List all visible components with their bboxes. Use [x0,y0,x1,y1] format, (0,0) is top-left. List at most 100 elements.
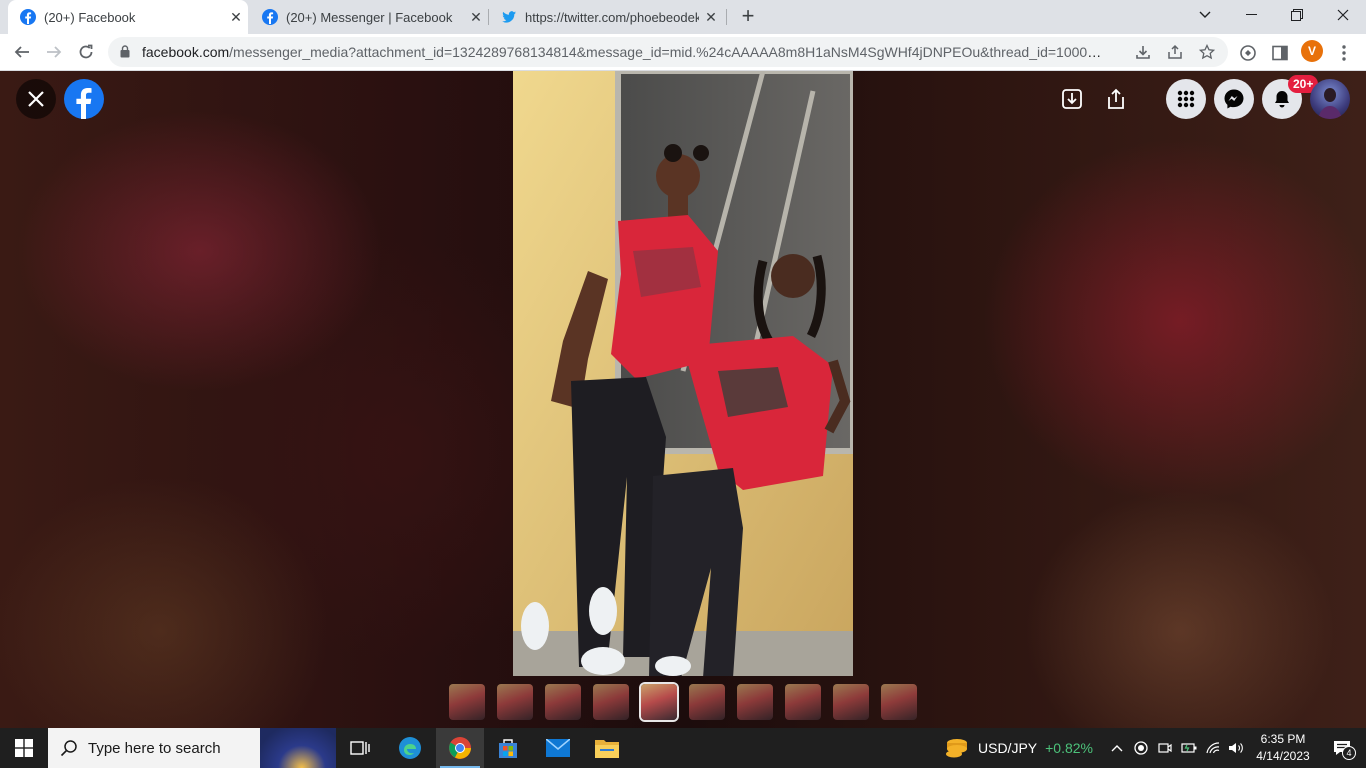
side-panel-icon [1272,45,1288,61]
coins-icon [946,739,967,758]
media-viewer: 20+ [0,71,1366,728]
mail-app[interactable] [534,728,582,768]
file-explorer-app[interactable] [583,728,631,768]
chrome-icon [449,737,471,759]
task-view-icon [350,741,370,755]
address-bar[interactable]: facebook.com/messenger_media?attachment_… [108,37,1228,67]
close-window-button[interactable] [1320,0,1366,30]
battery-icon [1181,743,1197,753]
close-viewer-button[interactable] [16,79,56,119]
reload-icon [79,44,93,59]
taskbar-search-box[interactable]: Type here to search [48,728,336,768]
store-icon [499,739,517,758]
avatar-image [1318,88,1342,119]
share-icon [1168,44,1182,59]
windows-icon [15,739,33,757]
thumbnail[interactable] [785,684,821,720]
speaker-icon [1229,743,1243,753]
record-icon [1134,741,1148,755]
lock-icon[interactable] [120,45,130,58]
arrow-left-icon [14,46,29,58]
share-icon [1108,88,1124,109]
restore-button[interactable] [1274,0,1320,30]
chrome-app[interactable] [436,728,484,768]
back-button[interactable] [8,38,36,66]
folder-icon [595,740,619,758]
star-icon [1199,44,1215,60]
extension-icon [1240,45,1256,61]
thumbnail[interactable] [497,684,533,720]
extension-button[interactable] [1237,42,1259,64]
restore-icon [1291,9,1303,21]
thumbnail[interactable] [593,684,629,720]
thumbnail[interactable] [545,684,581,720]
action-center-button[interactable]: 4 [1322,728,1362,768]
thumbnail[interactable] [833,684,869,720]
bookmark-button[interactable] [1198,43,1216,61]
menu-button[interactable] [1166,79,1206,119]
thumbnail[interactable] [449,684,485,720]
notification-count: 4 [1342,746,1356,760]
grid-menu-icon [1177,90,1195,108]
clock-time: 6:35 PM [1260,732,1306,746]
edge-app[interactable] [386,728,434,768]
search-placeholder: Type here to search [88,740,221,757]
close-tab-icon[interactable]: ✕ [699,9,723,26]
record-tray-button[interactable] [1129,728,1153,768]
minimize-button[interactable] [1228,0,1274,30]
search-highlight-image [260,728,336,768]
thumbnail-active[interactable] [641,684,677,720]
show-hidden-icons-button[interactable] [1105,728,1129,768]
install-app-button[interactable] [1134,43,1152,61]
camera-tray-button[interactable] [1153,728,1177,768]
side-panel-button[interactable] [1269,42,1291,64]
tab-twitter[interactable]: https://twitter.com/phoebeodek ✕ [489,0,723,34]
facebook-icon [76,88,92,119]
browser-menu-button[interactable] [1333,42,1355,64]
store-app[interactable] [484,728,532,768]
messenger-button[interactable] [1214,79,1254,119]
facebook-logo[interactable] [64,79,104,119]
close-tab-icon[interactable]: ✕ [464,9,488,26]
tab-messenger[interactable]: (20+) Messenger | Facebook ✕ [250,0,488,34]
close-icon [28,91,44,107]
bell-icon [1275,91,1289,108]
url-text[interactable]: facebook.com/messenger_media?attachment_… [142,44,1102,60]
close-tab-icon[interactable]: ✕ [224,9,248,26]
account-avatar[interactable] [1310,79,1350,119]
chevron-down-icon [1199,11,1211,18]
thumbnail[interactable] [689,684,725,720]
reload-button[interactable] [72,38,100,66]
mail-icon [546,739,570,757]
windows-taskbar: Type here to search USD/JPY +0.82% 6:35 … [0,728,1366,768]
edge-icon [399,737,421,759]
tab-facebook[interactable]: (20+) Facebook ✕ [8,0,248,34]
media-photo [513,71,853,676]
new-tab-button[interactable]: + [736,5,760,29]
share-media-button[interactable] [1104,87,1128,111]
chevron-up-icon [1111,745,1123,752]
share-page-button[interactable] [1166,43,1184,61]
thumbnail[interactable] [881,684,917,720]
browser-toolbar: facebook.com/messenger_media?attachment_… [0,34,1366,71]
download-icon [1136,46,1150,59]
facebook-icon [20,9,36,25]
task-view-button[interactable] [336,728,384,768]
facebook-icon [262,9,278,25]
profile-avatar[interactable]: V [1301,40,1323,62]
tab-search-button[interactable] [1182,0,1228,30]
photo-image [513,71,853,676]
forward-button[interactable] [40,38,68,66]
network-tray-button[interactable] [1201,728,1225,768]
system-clock[interactable]: 6:35 PM 4/14/2023 [1250,731,1316,765]
url-host: facebook.com [142,44,230,60]
volume-tray-button[interactable] [1224,728,1248,768]
download-icon [1062,89,1082,109]
battery-tray-button[interactable] [1177,728,1201,768]
thumbnail-strip [449,684,917,720]
start-button[interactable] [0,728,48,768]
thumbnail[interactable] [737,684,773,720]
download-media-button[interactable] [1060,87,1084,111]
stock-ticker-widget[interactable]: USD/JPY +0.82% [944,728,1093,768]
tab-title: (20+) Messenger | Facebook [286,9,453,25]
